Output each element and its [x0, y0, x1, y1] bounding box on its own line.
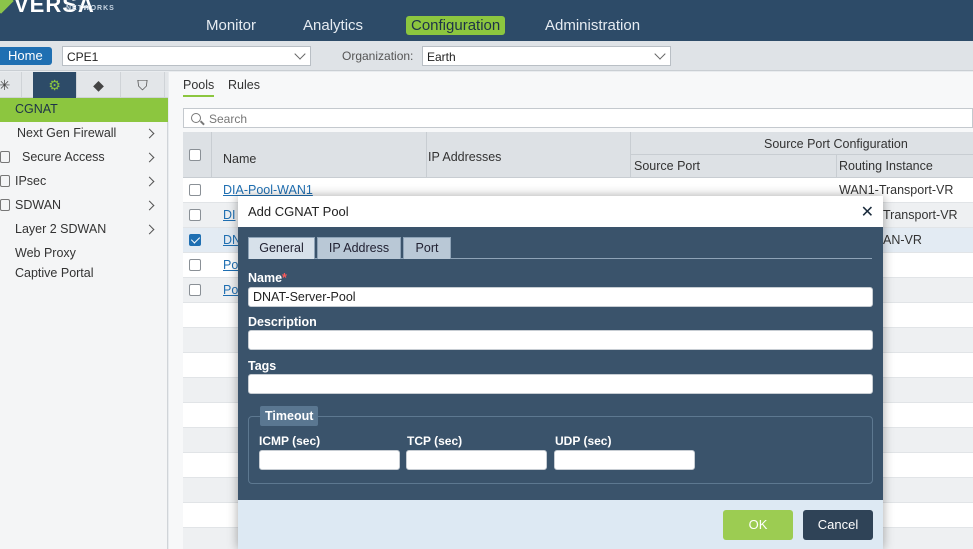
dialog-title: Add CGNAT Pool [248, 204, 349, 219]
name-label: Name* [248, 271, 287, 285]
timeout-fieldset: Timeout ICMP (sec) TCP (sec) UDP (sec) [248, 406, 873, 484]
description-label: Description [248, 315, 317, 329]
close-icon[interactable]: ✕ [861, 202, 874, 222]
sidebar-item-label: Captive Portal [15, 266, 94, 280]
dialog-tabs: General IP Address Port [248, 237, 872, 259]
left-sidebar: ✳ ⚙ ◆ ⛉ CGNAT Next Gen Firewall Secure A… [0, 72, 168, 549]
organization-select[interactable]: Earth [422, 46, 671, 66]
dialog-footer: OK Cancel [238, 500, 883, 549]
cancel-button[interactable]: Cancel [803, 510, 873, 540]
sidebar-item-secure-access[interactable]: Secure Access [0, 146, 168, 170]
sidebar-item-label: Secure Access [22, 150, 105, 164]
column-header-ip-addresses[interactable]: IP Addresses [428, 150, 501, 164]
icmp-label: ICMP (sec) [259, 434, 321, 448]
sidebar-item-label: Next Gen Firewall [17, 126, 117, 140]
sidebar-item-label: SDWAN [15, 198, 62, 212]
udp-label: UDP (sec) [555, 434, 612, 448]
tags-field[interactable] [248, 374, 873, 394]
chevron-right-icon [144, 224, 155, 235]
tab-ip-address[interactable]: IP Address [317, 237, 401, 259]
required-marker: * [282, 271, 287, 285]
tab-general[interactable]: General [248, 237, 315, 259]
udp-timeout-field[interactable] [554, 450, 695, 470]
pool-name-link[interactable]: DIA-Pool-WAN1 [223, 183, 313, 197]
top-navigation-bar: VERSA NETWORKS Monitor Analytics Configu… [0, 0, 973, 41]
sidebar-item-label: Layer 2 SDWAN [15, 222, 107, 236]
pool-name-link[interactable]: Po [223, 258, 238, 272]
tab-pools[interactable]: Pools [183, 78, 215, 97]
routing-instance-cell: AN-VR [883, 233, 922, 247]
routing-instance-cell: Transport-VR [883, 208, 958, 222]
dialog-header: Add CGNAT Pool ✕ [238, 196, 883, 227]
chevron-down-icon [294, 48, 306, 60]
sidebar-item-label: CGNAT [15, 102, 58, 116]
nav-monitor[interactable]: Monitor [201, 16, 261, 35]
sidebar-item-sdwan[interactable]: SDWAN [0, 194, 168, 218]
routing-instance-cell: WAN1-Transport-VR [839, 183, 954, 197]
sidebar-item-label: IPsec [15, 174, 47, 188]
search-placeholder: Search [209, 112, 248, 126]
pool-name-link[interactable]: DI [223, 208, 236, 222]
sidebar-item-ipsec[interactable]: IPsec [0, 170, 168, 194]
tags-label: Tags [248, 359, 277, 373]
nav-configuration[interactable]: Configuration [406, 16, 506, 35]
row-checkbox[interactable] [189, 209, 201, 221]
sidebar-item-next-gen-firewall[interactable]: Next Gen Firewall [0, 122, 168, 146]
row-checkbox[interactable] [189, 284, 201, 296]
ipsec-icon [0, 175, 10, 187]
sidebar-item-layer2-sdwan[interactable]: Layer 2 SDWAN [0, 218, 168, 242]
tab-rules[interactable]: Rules [228, 78, 260, 95]
chevron-right-icon [144, 128, 155, 139]
search-input[interactable]: Search [183, 108, 973, 128]
chevron-down-icon [654, 48, 666, 60]
gear-icon[interactable]: ⚙ [33, 72, 77, 98]
organization-label: Organization: [342, 49, 414, 63]
pool-name-link[interactable]: Po [223, 283, 238, 297]
device-select[interactable]: CPE1 [62, 46, 311, 66]
nav-administration[interactable]: Administration [540, 16, 645, 35]
name-label-text: Name [248, 271, 283, 285]
column-header-routing-instance[interactable]: Routing Instance [839, 159, 933, 173]
column-header-name[interactable]: Name [223, 152, 256, 166]
chevron-right-icon [144, 152, 155, 163]
nav-analytics[interactable]: Analytics [298, 16, 368, 35]
device-select-value: CPE1 [67, 50, 99, 64]
network-icon[interactable]: ✳ [0, 72, 22, 98]
chevron-right-icon [144, 176, 155, 187]
search-icon [191, 113, 201, 123]
row-checkbox[interactable] [189, 184, 201, 196]
sidebar-item-label: Web Proxy [15, 246, 76, 260]
context-bar: Home CPE1 Organization: Earth [0, 41, 973, 71]
shield-icon[interactable]: ⛉ [121, 72, 165, 98]
column-group-source-port-configuration: Source Port Configuration [764, 137, 908, 151]
icmp-timeout-field[interactable] [259, 450, 400, 470]
tcp-timeout-field[interactable] [406, 450, 547, 470]
chevron-right-icon [144, 200, 155, 211]
name-field[interactable]: DNAT-Server-Pool [248, 287, 873, 307]
brand-logo-subtext: NETWORKS [66, 5, 115, 12]
home-button[interactable]: Home [0, 47, 52, 65]
tcp-label: TCP (sec) [407, 434, 463, 448]
column-header-source-port[interactable]: Source Port [634, 159, 700, 173]
ok-button[interactable]: OK [723, 510, 793, 540]
organization-select-value: Earth [427, 50, 456, 64]
row-checkbox[interactable] [189, 234, 201, 246]
sidebar-tabs: ✳ ⚙ ◆ ⛉ [0, 72, 168, 98]
table-header: Name IP Addresses Source Port Configurat… [183, 132, 973, 178]
lock-icon [0, 151, 10, 163]
sidebar-item-cgnat[interactable]: CGNAT [0, 98, 168, 122]
select-all-checkbox[interactable] [189, 149, 201, 161]
add-cgnat-pool-dialog: Add CGNAT Pool ✕ General IP Address Port… [238, 196, 883, 549]
sdwan-icon [0, 199, 10, 211]
description-field[interactable] [248, 330, 873, 350]
row-checkbox[interactable] [189, 259, 201, 271]
timeout-legend: Timeout [260, 406, 319, 426]
box-icon[interactable]: ◆ [77, 72, 121, 98]
sidebar-item-captive-portal[interactable]: Captive Portal [0, 262, 168, 286]
versa-logo-icon [0, 0, 14, 14]
tab-port[interactable]: Port [403, 237, 451, 259]
